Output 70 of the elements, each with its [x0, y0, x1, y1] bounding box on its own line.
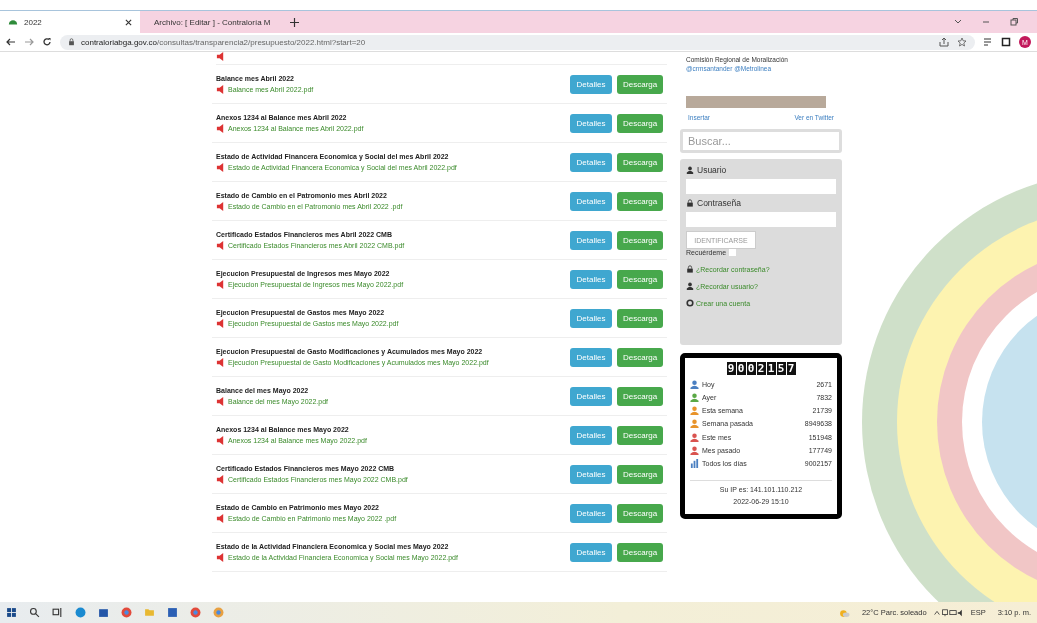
download-button[interactable]: Descarga — [617, 152, 663, 172]
search-icon[interactable] — [29, 607, 40, 618]
chrome-icon[interactable] — [121, 607, 132, 618]
details-button[interactable]: Detalles — [570, 74, 612, 94]
browser-tab[interactable]: 2022 — [0, 11, 140, 33]
sidebar-icon[interactable] — [1001, 37, 1011, 47]
counter-digit: 0 — [746, 362, 756, 375]
download-button[interactable]: Descarga — [617, 191, 663, 211]
back-icon[interactable] — [6, 37, 16, 47]
username-field[interactable] — [686, 179, 836, 194]
chrome-icon[interactable] — [213, 607, 224, 618]
download-button[interactable]: Descarga — [617, 347, 663, 367]
details-button[interactable]: Detalles — [570, 542, 612, 562]
search-field[interactable]: Buscar... — [680, 129, 842, 153]
new-tab-icon[interactable] — [290, 17, 299, 27]
details-button[interactable]: Detalles — [570, 425, 612, 445]
counter-digit: 9 — [726, 362, 736, 375]
circle-icon — [686, 299, 694, 307]
list-icon[interactable] — [983, 37, 993, 47]
speaker-icon[interactable] — [956, 608, 965, 617]
details-button[interactable]: Detalles — [570, 347, 612, 367]
username-label: Usuario — [697, 165, 727, 175]
download-button[interactable]: Descarga — [617, 230, 663, 250]
browser-tab[interactable]: Archivo: [ Editar ] - Contraloría M — [140, 11, 280, 33]
restore-icon[interactable] — [1009, 17, 1019, 27]
details-button[interactable]: Detalles — [570, 113, 612, 133]
password-label: Contraseña — [697, 198, 741, 208]
download-button[interactable]: Descarga — [617, 542, 663, 562]
details-button[interactable]: Detalles — [570, 386, 612, 406]
download-button[interactable]: Descarga — [617, 386, 663, 406]
weather-icon — [838, 607, 850, 618]
download-button[interactable]: Descarga — [617, 269, 663, 289]
user-icon — [686, 166, 694, 174]
counter-digit: 7 — [786, 362, 796, 375]
network-icon[interactable] — [940, 608, 949, 617]
download-button[interactable]: Descarga — [617, 113, 663, 133]
monitor-icon[interactable] — [948, 608, 957, 617]
forward-icon[interactable] — [24, 37, 34, 47]
details-button[interactable]: Detalles — [570, 464, 612, 484]
download-button[interactable]: Descarga — [617, 503, 663, 523]
caret-icon[interactable] — [932, 608, 941, 617]
details-button[interactable]: Detalles — [570, 230, 612, 250]
download-button[interactable]: Descarga — [617, 74, 663, 94]
download-button[interactable]: Descarga — [617, 464, 663, 484]
counter-digit: 1 — [766, 362, 776, 375]
star-icon[interactable] — [957, 37, 967, 47]
lock-icon — [68, 38, 75, 46]
download-button[interactable]: Descarga — [617, 308, 663, 328]
windows-start-icon[interactable] — [6, 607, 17, 618]
user-icon — [686, 282, 694, 290]
remember-checkbox[interactable] — [729, 249, 737, 256]
details-button[interactable]: Detalles — [570, 269, 612, 289]
task-view-icon[interactable] — [52, 607, 63, 618]
counter-digit: 0 — [736, 362, 746, 375]
password-field[interactable] — [686, 212, 836, 227]
details-button[interactable]: Detalles — [570, 503, 612, 523]
details-button[interactable]: Detalles — [570, 152, 612, 172]
details-button[interactable]: Detalles — [570, 191, 612, 211]
address-field[interactable]: contraloriabga.gov.co/consultas/transparencia2/presupuesto/2022.html?start=20 — [60, 34, 975, 50]
lock-icon — [686, 199, 694, 207]
details-button[interactable]: Detalles — [570, 308, 612, 328]
lock-icon — [686, 265, 694, 273]
close-icon[interactable] — [125, 18, 132, 26]
reload-icon[interactable] — [42, 37, 52, 47]
site-logo-icon — [8, 18, 18, 26]
chrome-icon[interactable] — [190, 607, 201, 618]
counter-digit: 2 — [756, 362, 766, 375]
share-icon[interactable] — [939, 37, 949, 47]
download-button[interactable]: Descarga — [617, 425, 663, 445]
counter-digit: 5 — [776, 362, 786, 375]
